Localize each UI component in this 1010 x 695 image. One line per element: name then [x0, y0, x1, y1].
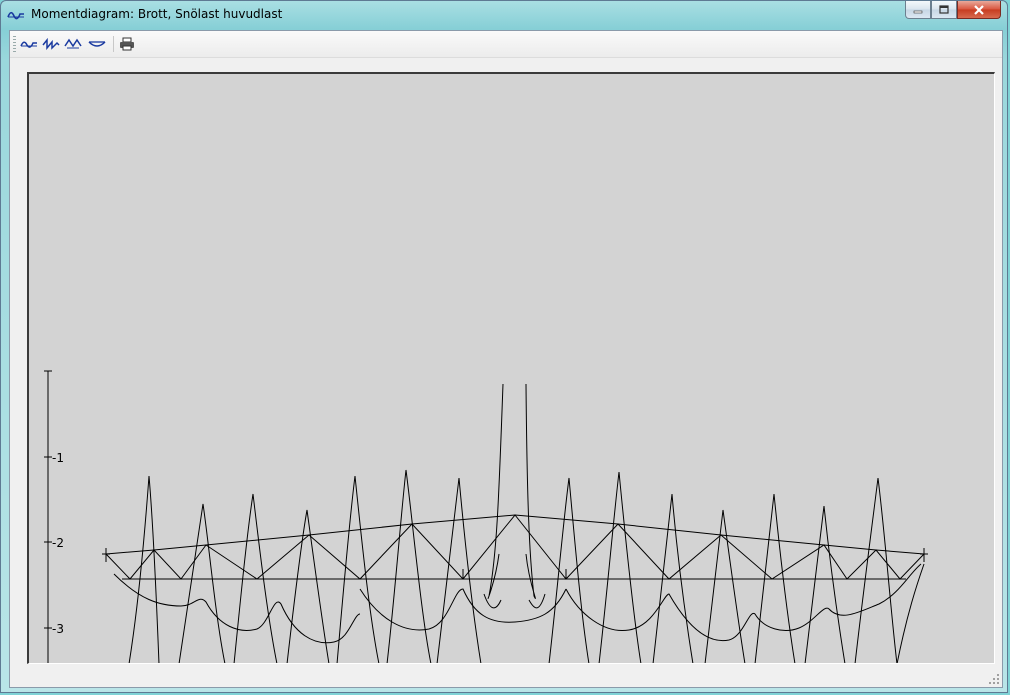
moment-spike [128, 475, 160, 663]
app-window: Momentdiagram: Brott, Snölast huvudlast [0, 0, 1008, 693]
scale-tick-label: -3 [52, 622, 64, 636]
moment-spike [178, 503, 226, 663]
moment-diagram-icon [7, 11, 24, 20]
moment-curve [483, 593, 502, 609]
scale-bar [44, 370, 52, 663]
moment-spike [854, 477, 898, 663]
resize-grip-icon[interactable] [988, 673, 1000, 685]
window-title: Momentdiagram: Brott, Snölast huvudlast [31, 7, 283, 21]
moment-spike [386, 469, 432, 663]
truss-top-chord [105, 514, 925, 555]
toolbar [10, 31, 1002, 58]
moment-diagram-button[interactable] [19, 35, 39, 53]
deflection-diagram-icon [88, 41, 106, 47]
client-area: -1 -2 -3 [9, 30, 1003, 688]
toolbar-separator [113, 36, 114, 52]
support-right [920, 548, 928, 562]
moment-spike [525, 383, 536, 599]
minimize-icon [913, 10, 923, 13]
close-icon [974, 4, 984, 15]
maximize-button[interactable] [931, 1, 957, 19]
moment-curve [528, 593, 546, 609]
print-button[interactable] [117, 35, 137, 53]
moment-curve [565, 563, 922, 642]
support-left [102, 548, 110, 562]
moment-spike [598, 471, 642, 663]
moment-spike [336, 475, 380, 663]
normal-force-diagram-button[interactable] [63, 35, 83, 53]
minimize-button[interactable] [905, 1, 931, 19]
moment-diagram-plot: -1 -2 -3 [44, 370, 928, 663]
scale-tick-label: -2 [52, 536, 64, 550]
normal-force-diagram-icon [64, 38, 82, 49]
shear-diagram-icon [42, 38, 60, 50]
moment-spike [436, 477, 482, 663]
moment-spike [487, 383, 504, 599]
title-bar[interactable]: Momentdiagram: Brott, Snölast huvudlast [1, 1, 1007, 29]
shear-diagram-button[interactable] [41, 35, 61, 53]
diagram-canvas[interactable]: -1 -2 -3 [27, 72, 995, 664]
moment-spike [548, 477, 590, 663]
truss-web [105, 514, 925, 580]
maximize-icon [939, 4, 949, 14]
status-bar [10, 667, 1002, 687]
moment-diagram-icon [20, 41, 37, 48]
deflection-diagram-button[interactable] [87, 35, 107, 53]
caption-buttons [905, 1, 1001, 21]
scale-tick-label: -1 [52, 451, 64, 465]
print-icon [120, 37, 134, 51]
toolbar-grip[interactable] [13, 36, 16, 52]
moment-spike [804, 505, 846, 663]
close-button[interactable] [957, 1, 1001, 19]
